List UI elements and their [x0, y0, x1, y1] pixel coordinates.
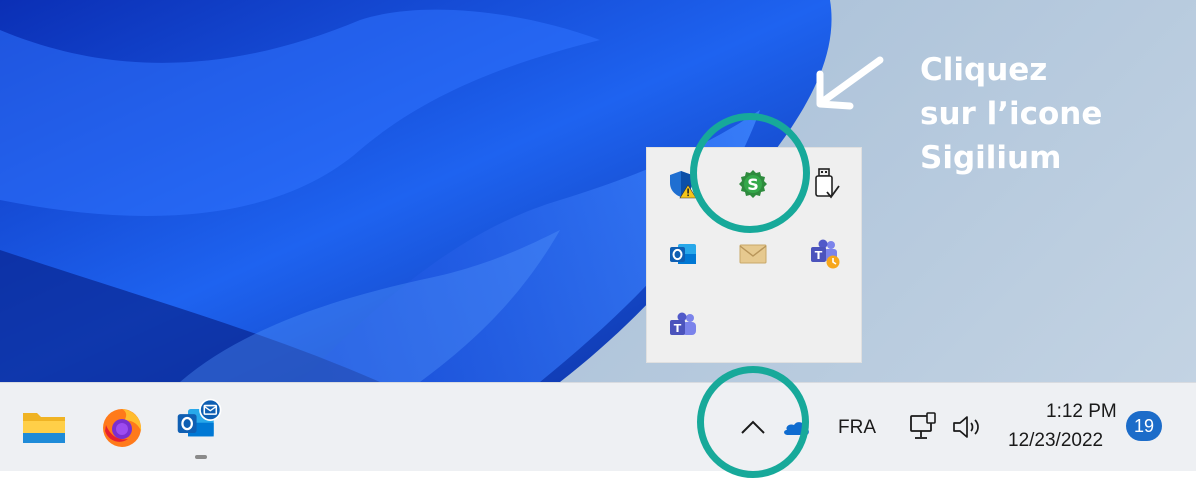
- outlook-icon[interactable]: [663, 234, 703, 274]
- network-wired-icon[interactable]: [908, 411, 940, 443]
- annotation-line-2: sur l’icone: [920, 96, 1103, 132]
- annotation-line-1: Cliquez: [920, 52, 1048, 88]
- svg-text:T: T: [815, 249, 823, 262]
- speaker-volume-icon[interactable]: [950, 413, 984, 441]
- teams-clock-icon[interactable]: T: [805, 234, 845, 274]
- file-explorer-icon[interactable]: [20, 403, 68, 451]
- annotation-line-3: Sigilium: [920, 140, 1062, 176]
- mail-envelope-icon[interactable]: [733, 234, 773, 274]
- outlook-mail-icon[interactable]: [176, 397, 224, 445]
- clock-date[interactable]: 12/23/2022: [1008, 430, 1103, 452]
- active-app-indicator: [195, 455, 207, 459]
- onedrive-icon[interactable]: [780, 415, 810, 437]
- taskbar: FRA 1:12 PM 12/23/2022 19: [0, 382, 1196, 471]
- notification-badge[interactable]: 19: [1126, 411, 1162, 441]
- sigilium-letter: S: [747, 175, 759, 194]
- sigilium-icon[interactable]: S: [733, 164, 773, 204]
- windows-security-warning-icon[interactable]: [663, 164, 703, 204]
- svg-text:T: T: [674, 322, 682, 335]
- usb-safely-remove-icon[interactable]: [805, 164, 845, 204]
- instruction-annotation: Cliquez sur l’icone Sigilium: [920, 48, 1120, 180]
- clock-time[interactable]: 1:12 PM: [1046, 401, 1117, 423]
- pointer-arrow-icon: [816, 56, 884, 110]
- firefox-icon[interactable]: [98, 403, 146, 451]
- language-indicator[interactable]: FRA: [838, 417, 876, 439]
- chevron-up-icon[interactable]: [740, 419, 766, 435]
- teams-icon[interactable]: T: [663, 306, 703, 346]
- system-tray-overflow-popup: S T T: [646, 147, 862, 363]
